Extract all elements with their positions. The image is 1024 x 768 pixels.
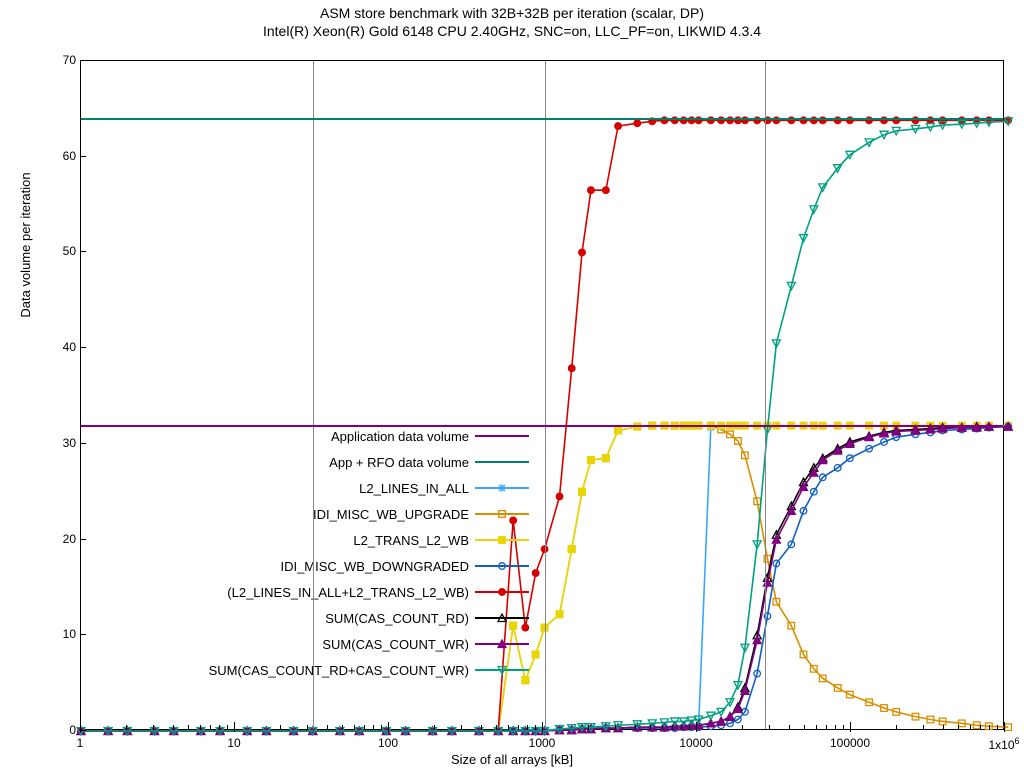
legend-label-sum_cas: SUM(CAS_COUNT_RD+CAS_COUNT_WR) [209, 663, 475, 678]
y-axis-label: Data volume per iteration [18, 95, 33, 395]
legend-swatch-app [475, 427, 529, 445]
legend-item-l2in: L2_LINES_IN_ALL [139, 475, 529, 501]
title-line2: Intel(R) Xeon(R) Gold 6148 CPU 2.40GHz, … [0, 22, 1024, 40]
y-tick-70: 70 [63, 53, 76, 67]
legend-label-sum_l2: (L2_LINES_IN_ALL+L2_TRANS_L2_WB) [227, 585, 475, 600]
cache-vline-0 [313, 61, 314, 729]
title-line1: ASM store benchmark with 32B+32B per ite… [0, 4, 1024, 22]
cache-vline-2 [765, 61, 766, 729]
x-tick-10: 10 [227, 736, 240, 750]
x-tick-1: 1 [77, 736, 84, 750]
legend-item-app: Application data volume [139, 423, 529, 449]
legend-label-wr: SUM(CAS_COUNT_WR) [322, 637, 475, 652]
legend-item-wr: SUM(CAS_COUNT_WR) [139, 631, 529, 657]
legend-item-wbd: IDI_MISC_WB_DOWNGRADED [139, 553, 529, 579]
legend-label-l2wb: L2_TRANS_L2_WB [353, 533, 475, 548]
x-tick-10000: 10000 [679, 736, 712, 750]
legend-label-app: Application data volume [331, 429, 475, 444]
cache-vline-1 [545, 61, 546, 729]
x-axis-label: Size of all arrays [kB] [0, 752, 1024, 767]
x-tick-1000: 1000 [529, 736, 556, 750]
hline-app-32 [81, 425, 1003, 427]
legend-item-rd: SUM(CAS_COUNT_RD) [139, 605, 529, 631]
x-tick-1e6: 1x106 [988, 736, 1019, 752]
legend-swatch-sum_l2 [475, 583, 529, 601]
legend-swatch-rd [475, 609, 529, 627]
x-tick-100000: 100000 [830, 736, 870, 750]
y-tick-50: 50 [63, 244, 76, 258]
legend-swatch-wr [475, 635, 529, 653]
x-tick-100: 100 [378, 736, 398, 750]
legend-label-rd: SUM(CAS_COUNT_RD) [325, 611, 475, 626]
legend-item-wbu: IDI_MISC_WB_UPGRADE [139, 501, 529, 527]
chart-title: ASM store benchmark with 32B+32B per ite… [0, 4, 1024, 40]
legend-item-sum_cas: SUM(CAS_COUNT_RD+CAS_COUNT_WR) [139, 657, 529, 683]
legend-label-wbu: IDI_MISC_WB_UPGRADE [313, 507, 475, 522]
legend-label-rfo: App + RFO data volume [329, 455, 475, 470]
y-tick-10: 10 [63, 627, 76, 641]
plot-area: Application data volume App + RFO data vo… [80, 60, 1004, 730]
legend-swatch-l2wb [475, 531, 529, 549]
legend-label-l2in: L2_LINES_IN_ALL [359, 481, 475, 496]
y-tick-30: 30 [63, 436, 76, 450]
legend-item-l2wb: L2_TRANS_L2_WB [139, 527, 529, 553]
hline-rfo-64 [81, 118, 1003, 120]
legend-item-sum_l2: (L2_LINES_IN_ALL+L2_TRANS_L2_WB) [139, 579, 529, 605]
legend-swatch-sum_cas [475, 661, 529, 679]
legend-swatch-wbd [475, 557, 529, 575]
y-tick-40: 40 [63, 340, 76, 354]
legend-item-rfo: App + RFO data volume [139, 449, 529, 475]
legend-swatch-rfo [475, 453, 529, 471]
y-tick-20: 20 [63, 532, 76, 546]
legend-label-wbd: IDI_MISC_WB_DOWNGRADED [280, 559, 475, 574]
legend-swatch-l2in [475, 479, 529, 497]
legend: Application data volume App + RFO data vo… [139, 423, 529, 683]
y-tick-0: 0 [69, 723, 76, 737]
y-tick-60: 60 [63, 149, 76, 163]
legend-swatch-wbu [475, 505, 529, 523]
